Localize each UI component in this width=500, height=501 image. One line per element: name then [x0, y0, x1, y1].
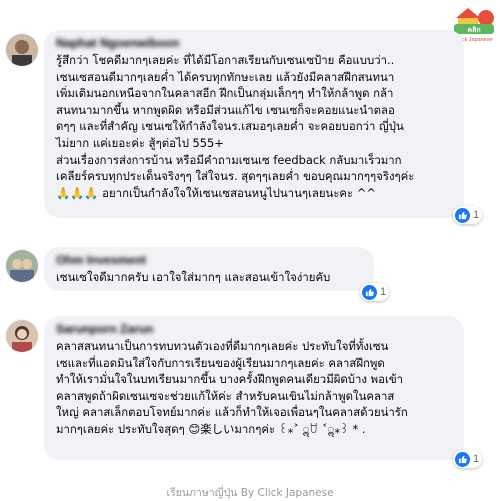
reaction-count: 1	[473, 453, 480, 465]
footer-watermark: เรียนภาษาญี่ปุ่น By Click Japanese	[166, 487, 334, 499]
comment-text: เซนเซใจดีมากครับ เอาใจใส่มากๆ และสอนเข้า…	[56, 270, 331, 284]
reaction-badge[interactable]: 1	[453, 206, 483, 224]
like-icon	[455, 207, 470, 223]
reaction-count: 1	[380, 286, 387, 298]
comment-author[interactable]: Naphat Ngoenwiboon	[56, 36, 452, 50]
avatar[interactable]	[6, 250, 38, 282]
like-icon	[455, 451, 470, 467]
comment-bubble: Sarunporn Zarun คลาสสนทนาเป็นการทบทวนตัว…	[44, 316, 464, 460]
like-icon	[362, 284, 377, 300]
comment-text: รู้สึกว่า โชคดีมากๆเลยค่ะ ที่ได้มีโอกาสเ…	[56, 53, 415, 200]
comment-bubble: Ohm Invesment เซนเซใจดีมากครับ เอาใจใส่ม…	[44, 247, 374, 291]
reaction-badge[interactable]: 1	[453, 450, 483, 468]
reaction-count: 1	[473, 209, 480, 221]
avatar[interactable]	[6, 320, 38, 352]
reaction-badge[interactable]: 1	[360, 283, 390, 301]
comment-author[interactable]: Ohm Invesment	[56, 253, 362, 267]
comment-bubble: Naphat Ngoenwiboon รู้สึกว่า โชคดีมากๆเล…	[44, 30, 464, 218]
comment-author[interactable]: Sarunporn Zarun	[56, 322, 452, 336]
comment-text: คลาสสนทนาเป็นการทบทวนตัวเองที่ดีมากๆเลยค…	[56, 339, 408, 436]
avatar[interactable]	[6, 34, 38, 66]
svg-text:คลิก: คลิก	[467, 26, 480, 34]
